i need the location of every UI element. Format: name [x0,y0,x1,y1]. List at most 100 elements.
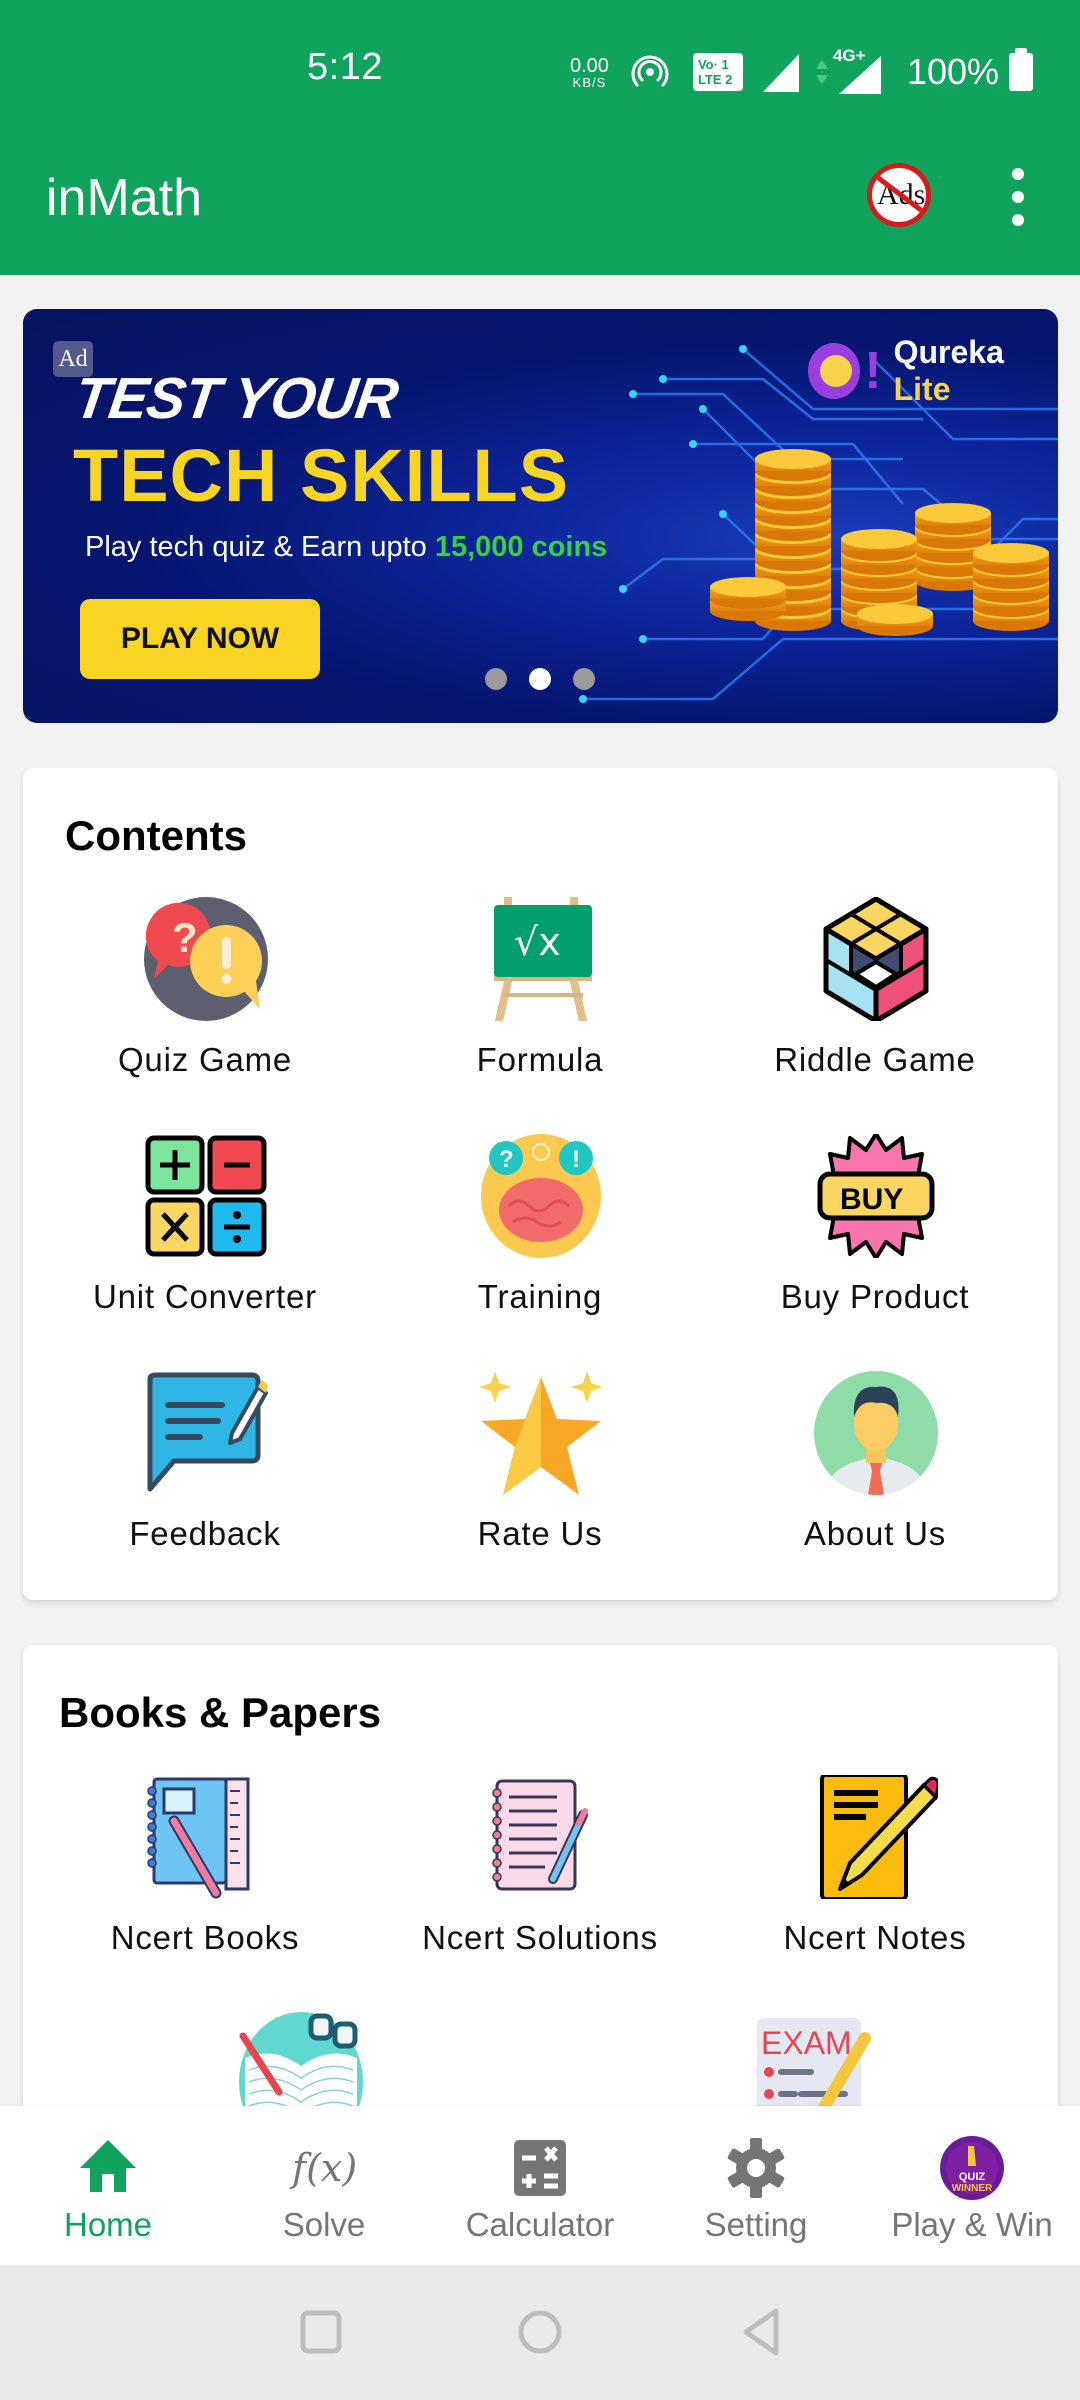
contents-card: Contents ? Quiz Game √x Formula Riddle G… [23,768,1058,1600]
svg-text:?: ? [499,1146,514,1173]
about-us-item[interactable]: About Us [710,1371,1040,1571]
nav-calculator[interactable]: Calculator [432,2106,648,2265]
gear-icon [727,2138,785,2198]
more-options-button[interactable] [1006,168,1030,226]
buy-product-item[interactable]: BUY Buy Product [710,1134,1040,1334]
carousel-dot[interactable] [529,668,551,690]
ncert-notes-label: Ncert Notes [783,1919,967,1956]
contents-title: Contents [65,812,247,859]
ad-subtext-highlight: 15,000 coins [434,531,608,563]
brand-name-accent: Lite [893,371,951,407]
nav-play-win[interactable]: QUIZ WINNER Play & Win [864,2106,1080,2265]
unit-converter-item[interactable]: Unit Converter [40,1134,370,1334]
svg-text:√x: √x [514,920,561,964]
ad-headline-2: TECH SKILLS [73,434,570,517]
qureka-logo-icon [808,343,861,399]
quiz-game-label: Quiz Game [117,1041,293,1078]
volte-bottom: LTE 2 [697,72,733,87]
svg-text:BUY: BUY [840,1183,903,1216]
net-speed-unit: KB/S [572,74,607,90]
volte-top: Vo· 1 [697,57,729,72]
home-icon [80,2140,136,2192]
feedback-item[interactable]: Feedback [40,1371,370,1571]
brand-name: Qureka Lite [894,334,1058,408]
cube-puzzle-icon [823,897,929,1021]
app-header: 5:12 0.00 KB/S Vo· 1 LTE 2 4G+ 100% inMa… [0,0,1080,275]
rate-us-item[interactable]: Rate Us [375,1371,705,1571]
feedback-chat-icon [147,1372,268,1492]
coin-shape [710,577,786,597]
coin-shape [841,529,917,549]
svg-text:!: ! [572,1146,580,1173]
recents-button[interactable] [291,2301,351,2361]
nav-calculator-label: Calculator [465,2206,615,2243]
books-papers-card: Books & Papers Ncert Books Ncert Solutio… [23,1645,1058,2165]
signal-icon [762,54,799,92]
net-speed: 0.00 KB/S [570,56,609,89]
signal-icon-2 [838,56,881,94]
quiz-winner-icon: QUIZ WINNER [940,2136,1004,2200]
about-us-label: About Us [803,1515,947,1552]
svg-text:EXAM: EXAM [761,2025,852,2061]
ad-subtext: Play tech quiz & Earn upto 15,000 coins [85,531,607,564]
home-system-button[interactable] [510,2301,570,2361]
hotspot-icon [631,55,669,87]
training-item[interactable]: ? ! Training [375,1134,705,1334]
buy-product-label: Buy Product [780,1278,970,1315]
signal-4g: 4G+ [833,46,885,94]
volte-icon: Vo· 1 LTE 2 [692,53,743,91]
back-button[interactable] [730,2301,790,2361]
books-title: Books & Papers [59,1689,382,1736]
coin-shape [915,503,991,523]
nav-home-label: Home [63,2206,153,2243]
app-title: inMath [46,169,203,227]
training-label: Training [477,1278,603,1315]
data-activity-icon [815,60,828,84]
winner-text: WINNER [952,2183,993,2194]
buy-badge-icon: BUY [817,1134,935,1258]
ncert-solutions-item[interactable]: Ncert Solutions [375,1775,705,1975]
ncert-books-item[interactable]: Ncert Books [40,1775,370,1975]
play-now-button[interactable]: PLAY NOW [80,599,320,679]
carousel-dot[interactable] [485,668,507,690]
formula-item[interactable]: √x Formula [375,897,705,1097]
quiz-text: QUIZ [959,2171,986,2183]
ad-banner[interactable]: Ad TEST YOUR TECH SKILLS Play tech quiz … [23,309,1058,723]
star-icon [479,1371,603,1495]
nav-play-win-label: Play & Win [891,2206,1053,2243]
ad-headline-1: TEST YOUR [70,366,402,431]
carousel-dot[interactable] [573,668,595,690]
nav-setting[interactable]: Setting [648,2106,864,2265]
ncert-solutions-label: Ncert Solutions [422,1919,658,1956]
carousel-indicator [485,668,595,690]
person-avatar-icon [814,1371,938,1495]
riddle-game-item[interactable]: Riddle Game [710,897,1040,1097]
coin-shape [857,604,933,624]
math-operators-icon [145,1135,267,1257]
coin-shape [973,543,1049,563]
function-icon: f(x) [292,2146,358,2190]
ad-subtext-prefix: Play tech quiz & Earn upto [85,531,435,563]
ncert-notes-item[interactable]: Ncert Notes [710,1775,1040,1975]
net-speed-value: 0.00 [570,54,609,77]
remove-ads-button[interactable]: Ads [867,163,931,227]
notepad-pen-icon [492,1779,588,1891]
battery-icon [1009,48,1034,91]
battery-percent: 100% [906,51,1000,92]
nav-solve[interactable]: f(x) Solve [216,2106,432,2265]
notes-pencil-icon [820,1775,938,1899]
nav-solve-label: Solve [282,2206,366,2243]
nav-home[interactable]: Home [0,2106,216,2265]
status-time: 5:12 [307,46,383,88]
quiz-bubbles-icon: ? [144,897,268,1021]
menu-dot [1012,168,1024,180]
status-icons: 0.00 KB/S Vo· 1 LTE 2 4G+ 100% [570,46,1034,94]
coin-shape [755,449,831,469]
quiz-game-item[interactable]: ? Quiz Game [40,897,370,1097]
formula-label: Formula [476,1041,604,1078]
unit-converter-label: Unit Converter [93,1278,317,1315]
nav-setting-label: Setting [704,2206,808,2243]
menu-dot [1012,191,1024,203]
brand-name-main: Qureka [893,334,1004,370]
formula-board-icon: √x [494,897,592,1021]
